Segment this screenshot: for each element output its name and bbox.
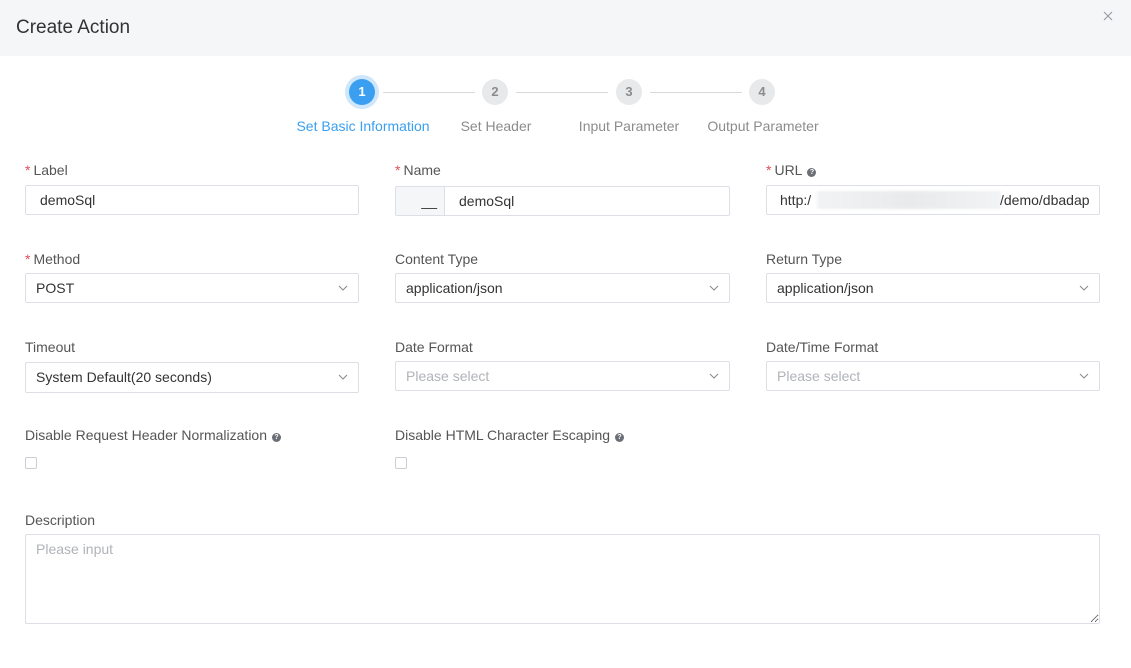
- step-connector: [516, 92, 608, 93]
- date-format-placeholder: Please select: [406, 368, 490, 384]
- datetime-format-select[interactable]: Please select: [766, 361, 1100, 391]
- url-text: URL: [774, 162, 803, 178]
- disable-header-normalization-checkbox[interactable]: [25, 457, 37, 469]
- return-type-label: Return Type: [766, 251, 843, 267]
- required-marker: *: [25, 162, 31, 178]
- date-format-select[interactable]: Please select: [395, 361, 730, 391]
- method-select[interactable]: POST: [25, 273, 359, 303]
- method-text: Method: [33, 251, 81, 267]
- step-indicator: 1 2 3 4 Set Basic Information Set Header…: [0, 0, 1131, 140]
- chevron-down-icon: [1079, 373, 1089, 379]
- description-textarea[interactable]: [25, 534, 1100, 624]
- method-value: POST: [36, 280, 75, 296]
- step-4-circle: 4: [749, 79, 775, 105]
- timeout-select[interactable]: System Default(20 seconds): [25, 362, 359, 393]
- date-format-label: Date Format: [395, 339, 473, 355]
- datetime-format-placeholder: Please select: [777, 368, 861, 384]
- step-3-label: Input Parameter: [578, 118, 680, 134]
- step-connector: [383, 92, 475, 93]
- return-type-value: application/json: [777, 280, 874, 296]
- name-field-label: * Name: [395, 162, 441, 178]
- url-redacted: [817, 191, 1001, 209]
- return-type-select[interactable]: application/json: [766, 273, 1100, 303]
- url-value-start: http:/: [780, 192, 812, 208]
- step-1-circle: 1: [349, 79, 375, 105]
- chevron-down-icon: [338, 285, 348, 291]
- chevron-down-icon: [709, 285, 719, 291]
- step-1-label: Set Basic Information: [296, 118, 430, 134]
- step-connector: [650, 92, 742, 93]
- method-field-label: * Method: [25, 251, 80, 267]
- chevron-down-icon: [1079, 285, 1089, 291]
- required-marker: *: [766, 162, 772, 178]
- disable-html-escaping-label: Disable HTML Character Escaping?: [395, 427, 625, 443]
- disable-html-escaping-checkbox[interactable]: [395, 457, 407, 469]
- disable-header-normalization-label: Disable Request Header Normalization?: [25, 427, 282, 443]
- help-icon[interactable]: ?: [615, 433, 625, 442]
- content-type-value: application/json: [406, 280, 503, 296]
- content-type-select[interactable]: application/json: [395, 273, 730, 303]
- content-type-label: Content Type: [395, 251, 479, 267]
- help-icon[interactable]: ?: [807, 168, 817, 177]
- chevron-down-icon: [709, 373, 719, 379]
- description-label: Description: [25, 512, 96, 528]
- datetime-format-label: Date/Time Format: [766, 339, 879, 355]
- name-text: Name: [403, 162, 441, 178]
- disable-html-escaping-text: Disable HTML Character Escaping: [395, 427, 611, 443]
- url-input[interactable]: http:/ /demo/dbadap: [766, 185, 1100, 215]
- create-action-dialog: Create Action 1 2 3 4 Set Basic Informat…: [0, 0, 1131, 668]
- name-input[interactable]: [444, 186, 730, 216]
- required-marker: *: [25, 251, 31, 267]
- url-value-end: /demo/dbadap: [1000, 192, 1090, 208]
- label-text: Label: [33, 162, 68, 178]
- url-field-label: * URL?: [766, 162, 817, 178]
- step-2-label: Set Header: [460, 118, 532, 134]
- step-4-label: Output Parameter: [707, 118, 819, 134]
- disable-header-normalization-text: Disable Request Header Normalization: [25, 427, 268, 443]
- timeout-label: Timeout: [25, 339, 76, 355]
- timeout-value: System Default(20 seconds): [36, 369, 212, 385]
- help-icon[interactable]: ?: [272, 433, 282, 442]
- step-2-circle: 2: [482, 79, 508, 105]
- label-field-label: * Label: [25, 162, 68, 178]
- name-prefix: __: [395, 186, 445, 216]
- label-input[interactable]: [25, 185, 359, 215]
- chevron-down-icon: [338, 374, 348, 380]
- step-3-circle: 3: [616, 79, 642, 105]
- required-marker: *: [395, 162, 401, 178]
